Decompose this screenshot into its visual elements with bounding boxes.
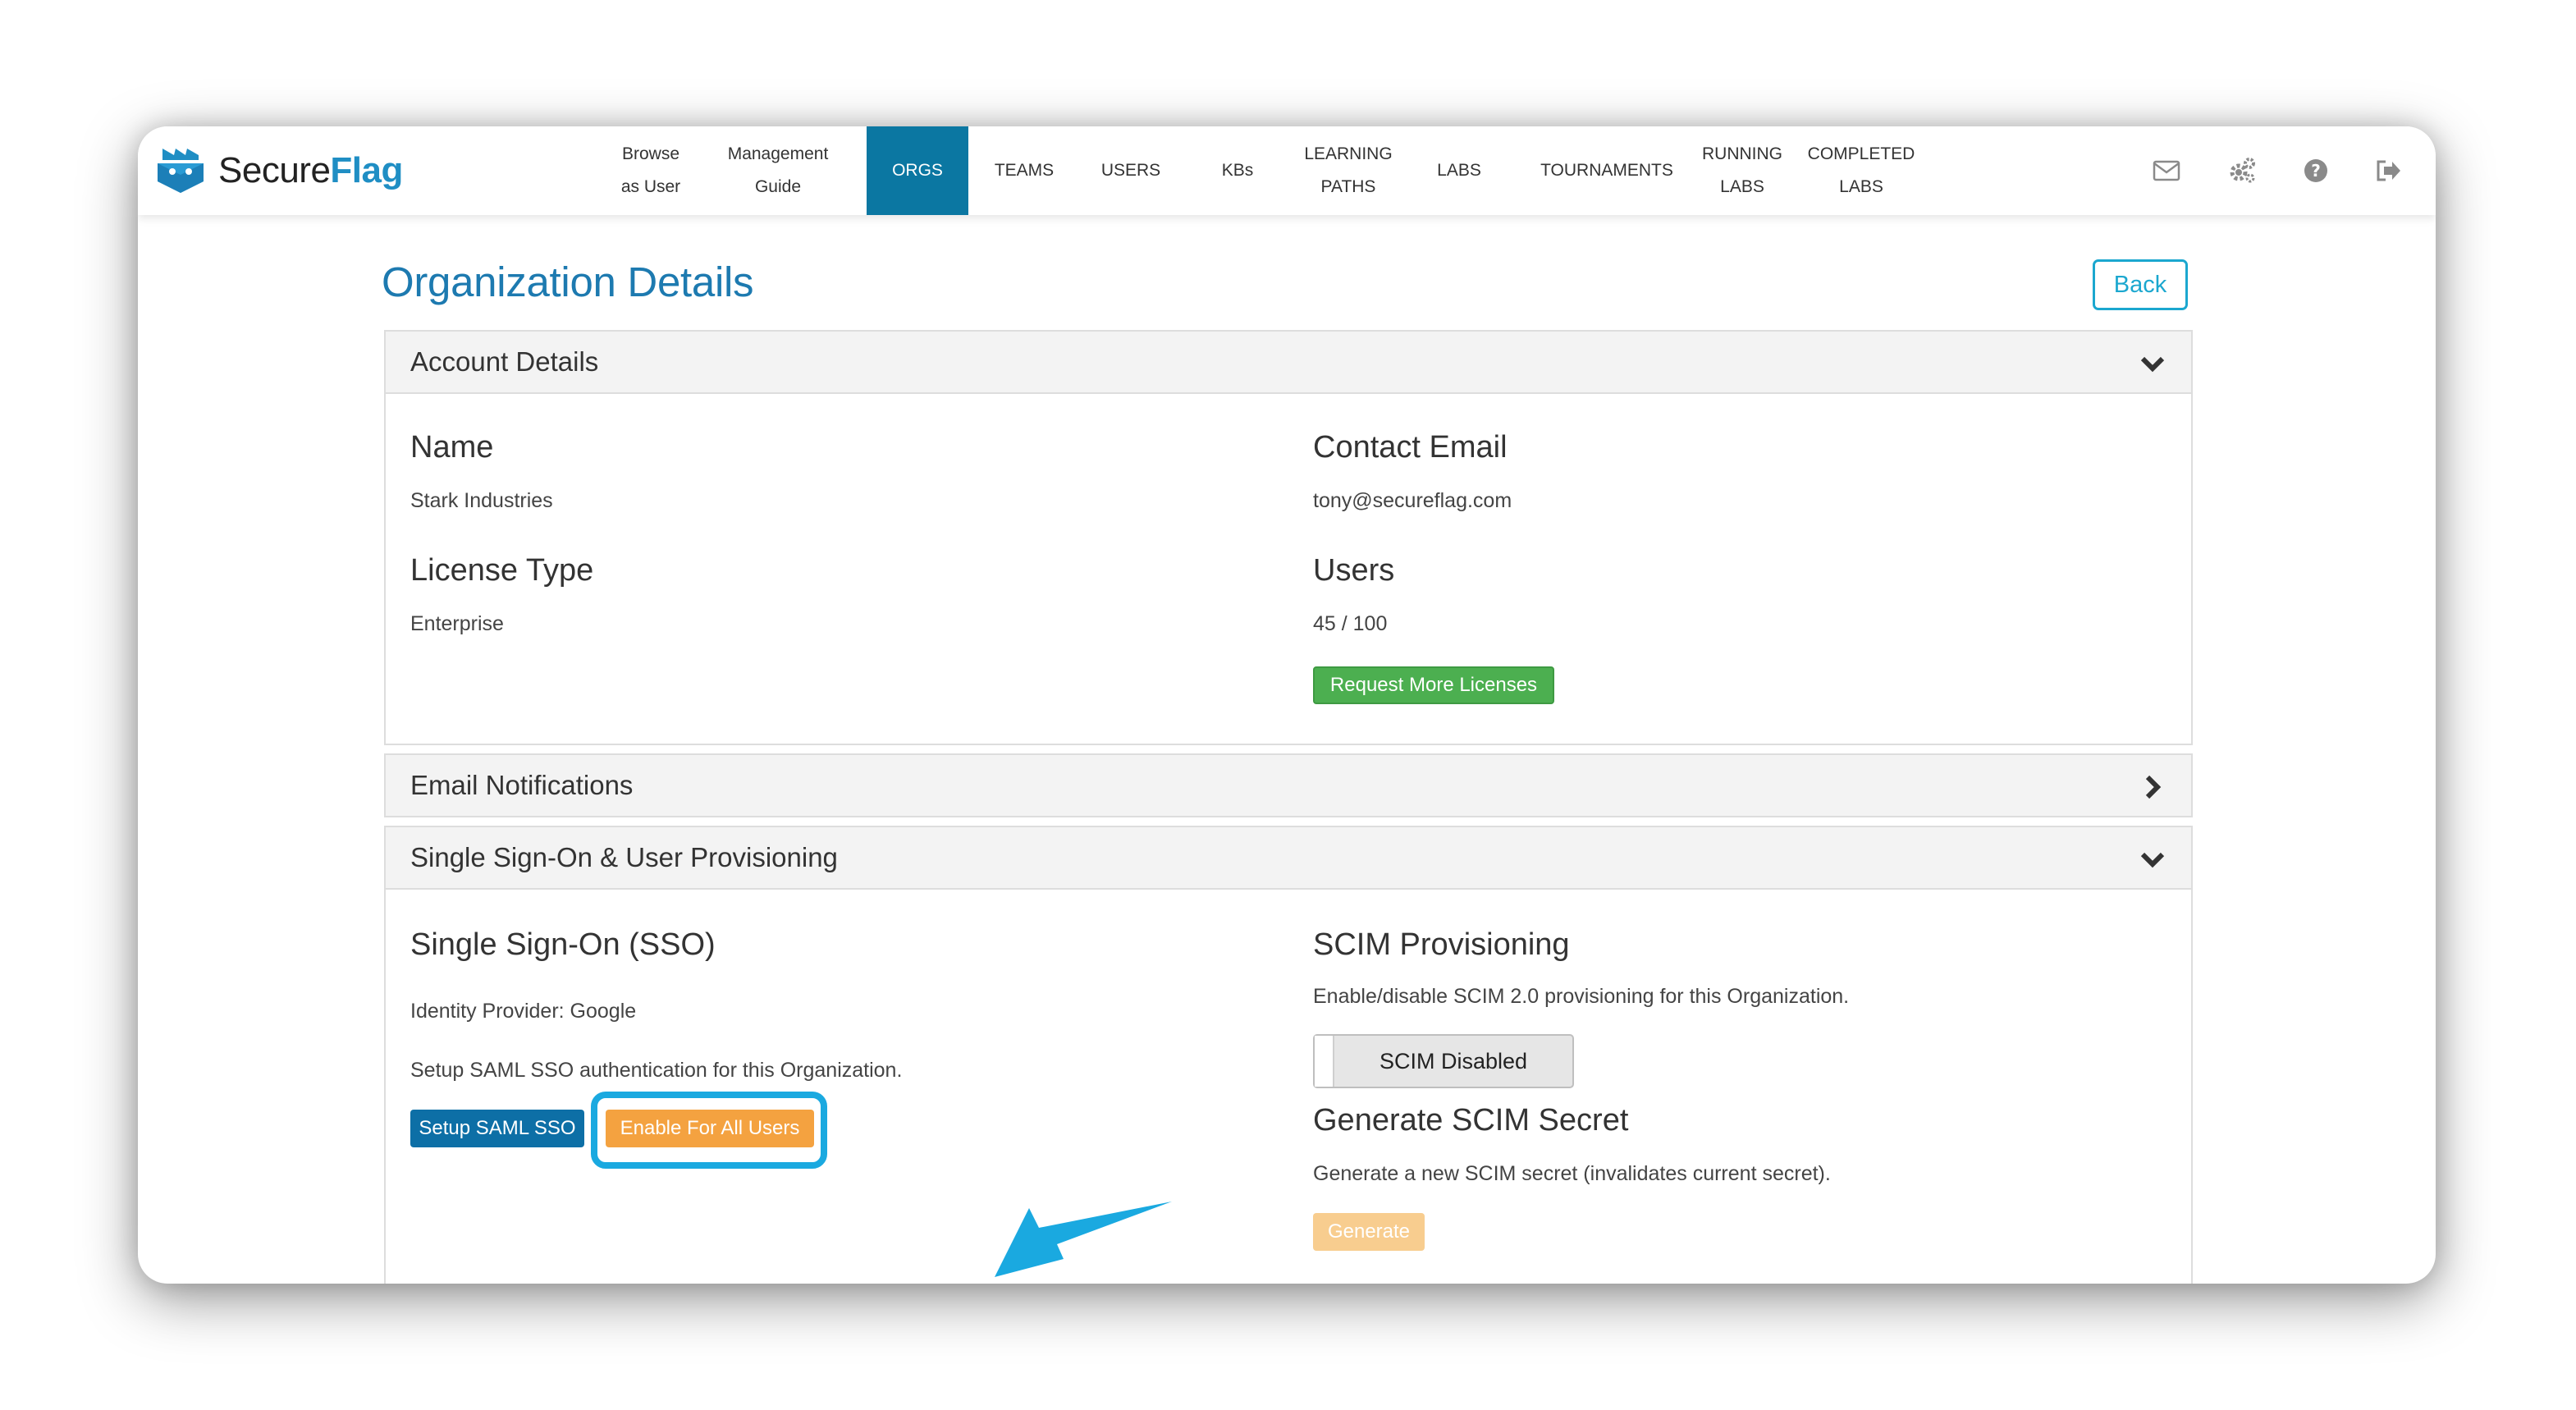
nav-labs[interactable]: LABS [1426, 126, 1492, 215]
nav-orgs[interactable]: ORGS [867, 126, 968, 215]
sso-provisioning-title: Single Sign-On & User Provisioning [410, 842, 838, 872]
scim-toggle[interactable]: SCIM Disabled [1313, 1034, 1574, 1088]
scim-toggle-label: SCIM Disabled [1379, 1048, 1528, 1074]
contact-email-label: Contact Email [1313, 430, 1508, 465]
secureflag-logo-icon [158, 149, 204, 193]
chevron-right-icon [2145, 775, 2162, 799]
back-button[interactable]: Back [2093, 259, 2188, 310]
nav-completed-labs[interactable]: COMPLETED LABS [1804, 126, 1919, 215]
account-details-header[interactable]: Account Details [386, 332, 2191, 394]
sso-title: Single Sign-On (SSO) [410, 927, 716, 962]
nav-kbs[interactable]: KBs [1205, 126, 1270, 215]
license-type-label: License Type [410, 553, 594, 588]
users-label: Users [1313, 553, 1395, 588]
email-notifications-header[interactable]: Email Notifications [386, 755, 2191, 816]
top-navbar: SecureFlag Browse as User Management Guide… [138, 126, 2436, 215]
nav-browse-as-user[interactable]: Browse as User [614, 126, 688, 215]
email-notifications-title: Email Notifications [410, 770, 634, 800]
contact-email-value: tony@secureflag.com [1313, 489, 1512, 512]
logout-icon[interactable] [2373, 156, 2403, 185]
chevron-down-icon [2140, 852, 2165, 868]
request-more-licenses-button[interactable]: Request More Licenses [1313, 666, 1554, 704]
license-type-value: Enterprise [410, 612, 504, 635]
nav-teams[interactable]: TEAMS [983, 126, 1065, 215]
brand-name: SecureFlag [218, 150, 403, 190]
name-label: Name [410, 430, 494, 465]
svg-text:?: ? [2311, 161, 2321, 181]
generate-secret-title: Generate SCIM Secret [1313, 1103, 1629, 1138]
sso-provisioning-panel: Single Sign-On & User Provisioning [384, 826, 2193, 1284]
app-window: SecureFlag Browse as User Management Guide… [138, 126, 2436, 1284]
setup-saml-sso-button[interactable]: Setup SAML SSO [410, 1110, 584, 1147]
page-title: Organization Details [382, 259, 754, 305]
nav-users[interactable]: USERS [1090, 126, 1172, 215]
account-details-title: Account Details [410, 346, 599, 377]
question-icon[interactable]: ? [2301, 156, 2331, 185]
generate-button[interactable]: Generate [1313, 1213, 1425, 1251]
name-value: Stark Industries [410, 489, 553, 512]
enable-for-all-users-button[interactable]: Enable For All Users [606, 1110, 814, 1147]
account-details-panel: Account Details Name Stark Industries Li… [384, 330, 2193, 745]
nav-running-labs[interactable]: RUNNING LABS [1689, 126, 1796, 215]
identity-provider-text: Identity Provider: Google [410, 1000, 637, 1023]
email-notifications-panel[interactable]: Email Notifications [384, 753, 2193, 817]
nav-learning-paths[interactable]: LEARNING PATHS [1295, 126, 1402, 215]
scim-title: SCIM Provisioning [1313, 927, 1570, 962]
callout-arrow-icon [995, 1202, 1172, 1277]
scim-description: Enable/disable SCIM 2.0 provisioning for… [1313, 985, 1850, 1008]
setup-sso-description: Setup SAML SSO authentication for this O… [410, 1059, 903, 1082]
sso-provisioning-header[interactable]: Single Sign-On & User Provisioning [386, 827, 2191, 890]
nav-tournaments[interactable]: TOURNAMENTS [1525, 126, 1689, 215]
toggle-knob [1315, 1036, 1334, 1087]
generate-secret-description: Generate a new SCIM secret (invalidates … [1313, 1162, 1831, 1185]
secureflag-logo[interactable]: SecureFlag [154, 138, 403, 204]
users-count-value: 45 / 100 [1313, 612, 1388, 635]
mail-icon[interactable] [2152, 156, 2181, 185]
nav-management-guide[interactable]: Management Guide [712, 126, 844, 215]
gears-icon[interactable] [2227, 156, 2257, 185]
chevron-down-icon [2140, 356, 2165, 373]
